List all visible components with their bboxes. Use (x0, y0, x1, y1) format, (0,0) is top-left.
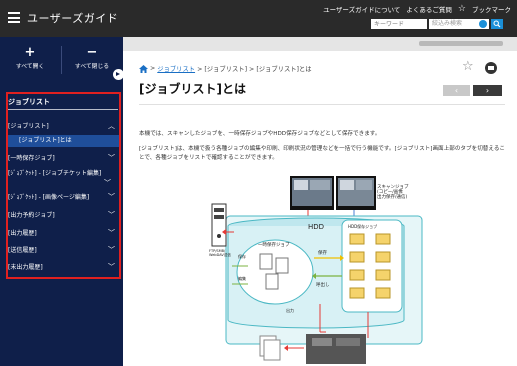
collapse-all-button[interactable]: − すべて閉じる (62, 45, 122, 70)
blurred-text (419, 41, 503, 46)
nav-item-joblist-about[interactable]: [ジョブリスト]とは (8, 135, 119, 147)
nav-item-label: [ｼﾞｮﾌﾞｹｯﾄ] - [画像ページ編集] (8, 194, 90, 201)
search-row: 絞込み検索 (371, 19, 503, 29)
next-page-button[interactable]: › (473, 85, 502, 96)
nav-item-label: [未出力履歴] (8, 264, 43, 271)
app-title: ユーザーズガイド (27, 12, 119, 25)
bookmark-link[interactable]: ブックマーク (472, 4, 511, 14)
chevron-down-icon: ﹀ (108, 229, 115, 237)
output-label: 出力 (286, 307, 294, 313)
nav-item-label: [ｼﾞｮﾌﾞｹｯﾄ] - [ジョブチケット編集] (8, 170, 102, 177)
search-icon (493, 20, 501, 28)
faq-link[interactable]: よくあるご質問 (406, 4, 452, 14)
star-icon[interactable]: ☆ (462, 60, 474, 73)
nav-item-label: [送信履歴] (8, 247, 37, 254)
chevron-down-icon: ﹀ (108, 246, 115, 254)
chevron-down-icon: ﹀ (104, 179, 111, 187)
temp-job-label: 一時保存ジョブ (258, 241, 290, 248)
expand-all-label: すべて開く (15, 64, 45, 70)
print-icon[interactable] (485, 62, 497, 74)
divider (139, 104, 505, 105)
printed-pages-icon (259, 335, 281, 361)
breadcrumb-link[interactable]: ジョブリスト (157, 64, 195, 73)
prev-page-button[interactable]: ‹ (443, 85, 470, 96)
sidebar-toggle-icon[interactable] (113, 69, 124, 80)
chevron-down-icon: ﹀ (108, 193, 115, 201)
minus-icon: − (86, 45, 98, 60)
recall-label: 呼出し (316, 281, 330, 288)
save-label: 保存 (318, 249, 327, 256)
search-input[interactable] (371, 19, 427, 29)
chevron-down-icon (479, 20, 487, 28)
nav-item-label: [出力履歴] (8, 230, 37, 237)
chevron-down-icon: ﹀ (108, 211, 115, 219)
description-paragraph: [ジョブリスト]は、本機で扱う各種ジョブの編集や印刷、印刷状況の管理などを一括で… (139, 146, 506, 161)
top-links: ユーザーズガイドについて よくあるご質問 ☆ ブックマーク (323, 4, 511, 14)
nav-item-joblist[interactable]: [ジョブリスト] ︿ (8, 122, 119, 131)
nav-item-image-page-edit[interactable]: [ｼﾞｮﾌﾞｹｯﾄ] - [画像ページ編集] ﹀ (8, 193, 119, 202)
nav-item-send-history[interactable]: [送信履歴] ﹀ (8, 246, 119, 255)
chevron-down-icon: ﹀ (108, 263, 115, 271)
nav-item-output-history[interactable]: [出力履歴] ﹀ (8, 229, 119, 238)
monitor-screens (290, 176, 376, 210)
chevron-up-icon: ︿ (108, 122, 115, 130)
divider (8, 109, 118, 110)
nav-item-temp-jobs[interactable]: [一時保存ジョブ] ﹀ (8, 154, 119, 163)
edit-label: 保存 (238, 253, 246, 259)
printer-icon (306, 334, 366, 364)
menu-icon[interactable] (8, 12, 20, 23)
search-button[interactable] (491, 19, 503, 29)
server-icon (211, 203, 227, 247)
about-guide-link[interactable]: ユーザーズガイドについて (323, 4, 400, 14)
home-icon[interactable] (139, 64, 148, 73)
edit-label: 編集 (238, 275, 246, 281)
page-title: [ジョブリスト]とは (139, 82, 246, 96)
chevron-down-icon: ﹀ (108, 154, 115, 162)
plus-icon: + (24, 45, 36, 60)
sidebar: + すべて開く − すべて閉じる ジョブリスト [ジョブリスト] ︿ [ジョブリ… (0, 37, 124, 366)
nav-item-label: [出力予約ジョブ] (8, 212, 55, 219)
intro-paragraph: 本機では、スキャンしたジョブを、一時保存ジョブやHDD保存ジョブなどとして保存で… (139, 131, 381, 137)
nav-item-unprinted-history[interactable]: [未出力履歴] ﹀ (8, 263, 119, 272)
filter-select-label: 絞込み検索 (432, 20, 463, 27)
nav-item-label: [一時保存ジョブ] (8, 155, 55, 162)
filter-select[interactable]: 絞込み検索 (429, 19, 489, 29)
hdd-label: HDD (308, 223, 324, 231)
top-header: ユーザーズガイド ユーザーズガイドについて よくあるご質問 ☆ ブックマーク 絞… (0, 0, 517, 37)
bookmark-star-icon[interactable]: ☆ (458, 4, 466, 13)
hdd-save-job-label: HDD保存ジョブ (348, 223, 377, 229)
nav-item-job-ticket-edit[interactable]: [ｼﾞｮﾌﾞｹｯﾄ] - [ジョブチケット編集] (8, 170, 104, 177)
collapse-all-label: すべて閉じる (74, 64, 110, 70)
nav-item-label: [ジョブリスト] (8, 123, 49, 130)
expand-all-button[interactable]: + すべて開く (0, 45, 60, 70)
joblist-diagram: スキャンジョブ (コピー/画像 出力保存/通信) HDD 一時保存ジョブ HDD… (209, 176, 423, 364)
breadcrumb-rest: > [ジョブリスト] > [ジョブリスト]とは (197, 66, 312, 73)
nav-item-reserved-jobs[interactable]: [出力予約ジョブ] ﹀ (8, 211, 119, 220)
breadcrumb: > ジョブリスト > [ジョブリスト] > [ジョブリスト]とは (139, 64, 312, 73)
scan-job-label: スキャンジョブ (コピー/画像 出力保存/通信) (377, 183, 410, 200)
nav-title: ジョブリスト (8, 98, 50, 106)
content-top-band (123, 37, 517, 51)
